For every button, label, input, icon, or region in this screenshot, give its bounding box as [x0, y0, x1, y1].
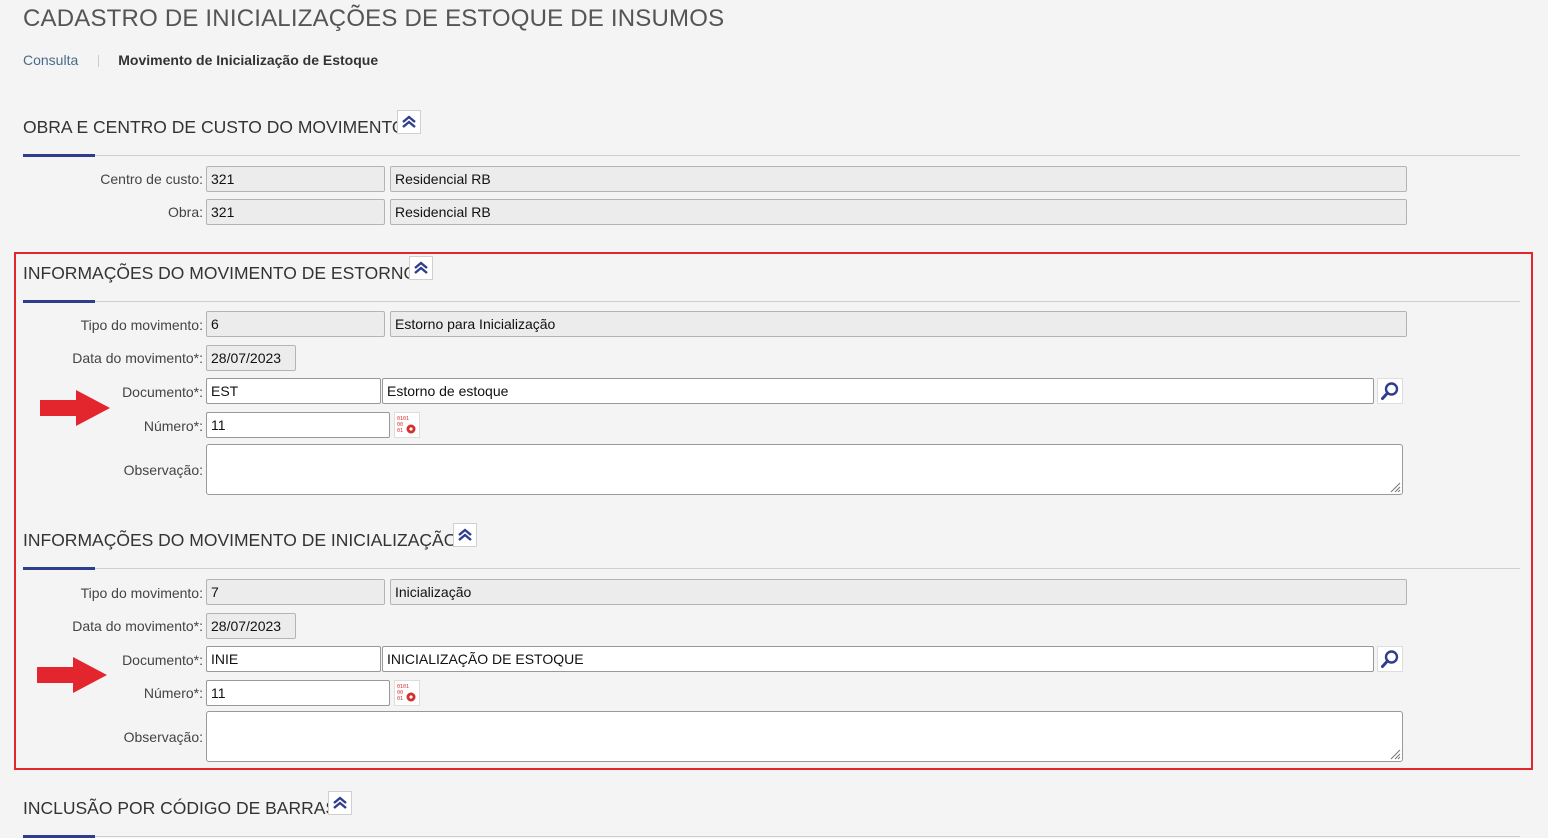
- estorno-observacao-textarea[interactable]: [206, 444, 1403, 495]
- svg-text:01: 01: [397, 696, 403, 702]
- resize-grip-icon[interactable]: [1389, 748, 1401, 760]
- section-obra-header: OBRA E CENTRO DE CUSTO DO MOVIMENTO: [23, 110, 1520, 157]
- svg-text:01: 01: [397, 428, 403, 434]
- estorno-numero-input[interactable]: 11: [206, 412, 390, 438]
- inicializacao-documento-search-button[interactable]: [1377, 646, 1403, 672]
- number-generator-icon: 0101 00 01: [397, 684, 416, 702]
- obra-name-field: Residencial RB: [390, 199, 1407, 225]
- estorno-data-field: 28/07/2023: [206, 345, 296, 371]
- inicializacao-documento-name-field[interactable]: INICIALIZAÇÃO DE ESTOQUE: [382, 646, 1374, 672]
- section-obra-title: OBRA E CENTRO DE CUSTO DO MOVIMENTO: [23, 117, 406, 137]
- section-inicializacao-header: INFORMAÇÕES DO MOVIMENTO DE INICIALIZAÇÃ…: [23, 523, 1520, 570]
- centro-custo-name-field: Residencial RB: [390, 166, 1407, 192]
- estorno-documento-search-button[interactable]: [1377, 378, 1403, 404]
- resize-grip-icon[interactable]: [1389, 481, 1401, 493]
- section-inicializacao-underline: [23, 567, 95, 570]
- section-obra-underline: [23, 154, 95, 157]
- breadcrumb-separator: [98, 55, 100, 68]
- inicializacao-tipo-label: Tipo do movimento:: [80, 585, 203, 601]
- inicializacao-numero-label: Número*:: [143, 685, 203, 701]
- breadcrumb-consulta-link[interactable]: Consulta: [23, 52, 78, 68]
- estorno-documento-name-field[interactable]: Estorno de estoque: [382, 378, 1374, 404]
- number-generator-icon: 0101 00 01: [397, 416, 416, 434]
- inicializacao-data-label: Data do movimento*:: [72, 618, 203, 634]
- estorno-data-label: Data do movimento*:: [72, 350, 203, 366]
- estorno-observacao-label: Observação:: [123, 462, 203, 478]
- inicializacao-tipo-code-field: 7: [206, 579, 385, 605]
- inicializacao-data-field: 28/07/2023: [206, 613, 296, 639]
- search-icon: [1381, 650, 1399, 668]
- inicializacao-numero-generate-button[interactable]: 0101 00 01: [394, 680, 420, 706]
- section-barcode-header: INCLUSÃO POR CÓDIGO DE BARRAS: [23, 791, 1520, 838]
- section-barcode-title: INCLUSÃO POR CÓDIGO DE BARRAS: [23, 798, 338, 818]
- collapse-estorno-button[interactable]: [409, 256, 433, 280]
- inicializacao-documento-label: Documento*:: [122, 652, 203, 668]
- estorno-documento-label: Documento*:: [122, 384, 203, 400]
- search-icon: [1381, 382, 1399, 400]
- inicializacao-tipo-name-field: Inicialização: [390, 579, 1407, 605]
- estorno-tipo-code-field: 6: [206, 311, 385, 337]
- collapse-barcode-button[interactable]: [328, 791, 352, 815]
- inicializacao-numero-input[interactable]: 11: [206, 680, 390, 706]
- collapse-obra-button[interactable]: [397, 110, 421, 134]
- estorno-tipo-label: Tipo do movimento:: [80, 317, 203, 333]
- page-title: CADASTRO DE INICIALIZAÇÕES DE ESTOQUE DE…: [23, 5, 725, 32]
- collapse-inicializacao-button[interactable]: [453, 523, 477, 547]
- collapse-up-icon: [458, 528, 472, 541]
- collapse-up-icon: [402, 115, 416, 128]
- inicializacao-documento-code-input[interactable]: INIE: [206, 646, 381, 672]
- centro-custo-label: Centro de custo:: [100, 171, 203, 187]
- centro-custo-code-field: 321: [206, 166, 385, 192]
- estorno-numero-label: Número*:: [143, 418, 203, 434]
- inicializacao-observacao-textarea[interactable]: [206, 711, 1403, 762]
- section-inicializacao-title: INFORMAÇÕES DO MOVIMENTO DE INICIALIZAÇÃ…: [23, 530, 458, 550]
- section-estorno-header: INFORMAÇÕES DO MOVIMENTO DE ESTORNO: [23, 256, 1520, 303]
- collapse-up-icon: [333, 796, 347, 809]
- breadcrumb: Consulta Movimento de Inicialização de Es…: [23, 52, 378, 68]
- collapse-up-icon: [414, 261, 428, 274]
- inicializacao-observacao-label: Observação:: [123, 729, 203, 745]
- estorno-tipo-name-field: Estorno para Inicialização: [390, 311, 1407, 337]
- estorno-documento-code-input[interactable]: EST: [206, 378, 381, 404]
- obra-code-field: 321: [206, 199, 385, 225]
- section-estorno-underline: [23, 300, 95, 303]
- breadcrumb-current: Movimento de Inicialização de Estoque: [118, 52, 379, 68]
- section-estorno-title: INFORMAÇÕES DO MOVIMENTO DE ESTORNO: [23, 263, 418, 283]
- obra-label: Obra:: [167, 204, 203, 220]
- estorno-numero-generate-button[interactable]: 0101 00 01: [394, 412, 420, 438]
